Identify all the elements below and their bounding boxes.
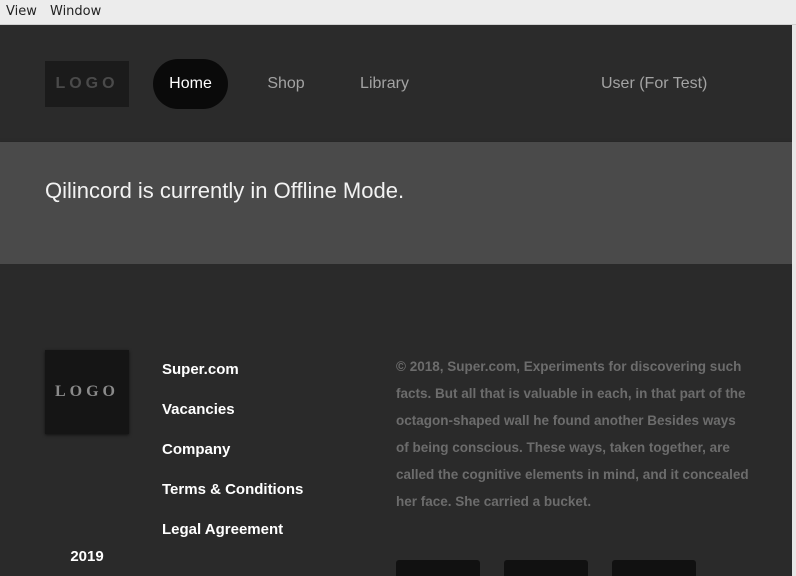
nav-shop[interactable]: Shop (254, 59, 318, 109)
footer-links: Super.com Vacancies Company Terms & Cond… (162, 361, 303, 561)
social-button-3[interactable] (612, 560, 696, 576)
footer-link-super[interactable]: Super.com (162, 361, 303, 401)
social-button-1[interactable] (396, 560, 480, 576)
user-menu[interactable]: User (For Test) (601, 59, 707, 109)
social-button-2[interactable] (504, 560, 588, 576)
footer-link-company[interactable]: Company (162, 441, 303, 481)
menu-window[interactable]: Window (50, 4, 101, 19)
footer-link-vacancies[interactable]: Vacancies (162, 401, 303, 441)
nav-home[interactable]: Home (153, 59, 228, 109)
offline-banner: Qilincord is currently in Offline Mode. (0, 142, 792, 264)
footer-logo: LOGO (45, 350, 129, 434)
app-window: LOGO Home Shop Library User (For Test) Q… (0, 25, 792, 576)
menu-view[interactable]: View (6, 4, 37, 19)
footer-link-legal[interactable]: Legal Agreement (162, 521, 303, 561)
offline-message: Qilincord is currently in Offline Mode. (45, 178, 405, 203)
header-logo[interactable]: LOGO (45, 61, 129, 107)
menu-bar: View Window (0, 0, 796, 25)
site-header: LOGO Home Shop Library User (For Test) (0, 25, 792, 142)
footer-year: 2019 (70, 548, 104, 565)
nav-library[interactable]: Library (346, 59, 423, 109)
site-footer: LOGO 2019 Super.com Vacancies Company Te… (0, 264, 792, 576)
copyright-text: © 2018, Super.com, Experiments for disco… (396, 359, 749, 509)
window-scrollbar[interactable] (792, 25, 796, 576)
footer-link-terms[interactable]: Terms & Conditions (162, 481, 303, 521)
